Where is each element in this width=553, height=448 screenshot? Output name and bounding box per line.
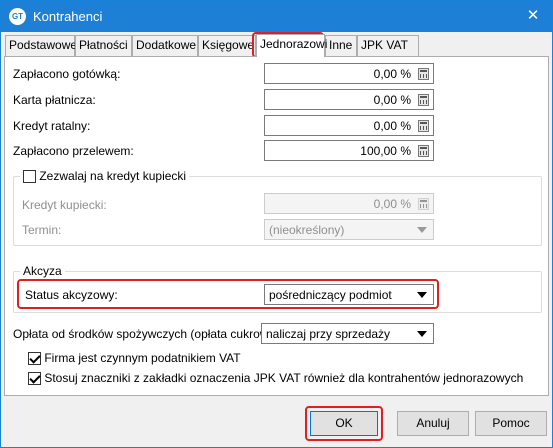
transfer-paid-label: Zapłacono przelewem: (13, 144, 134, 158)
tab-jednorazowi[interactable]: Jednorazowi (256, 34, 327, 57)
title-bar: GT Kontrahenci ✕ (1, 1, 552, 32)
excise-status-label: Status akcyzowy: (25, 288, 118, 302)
card-paid-label: Karta płatnicza: (13, 93, 96, 107)
sugar-fee-label: Opłata od środków spożywczych (opłata cu… (13, 327, 283, 341)
excise-status-select[interactable]: pośredniczący podmiot (264, 284, 434, 305)
transfer-paid-value: 100,00 % (360, 144, 411, 158)
ok-button[interactable]: OK (310, 411, 378, 436)
calculator-icon[interactable] (418, 94, 429, 106)
term-value: (nieokreślony) (269, 223, 345, 237)
excise-status-value: pośredniczący podmiot (269, 288, 392, 302)
merchant-credit-value: 0,00 % (373, 197, 411, 211)
card-paid-field[interactable]: 0,00 % (264, 89, 434, 110)
excise-group-title: Akcyza (20, 264, 65, 278)
tab-dodatkowe[interactable]: Dodatkowe (132, 35, 198, 56)
app-logo-icon: GT (9, 8, 26, 25)
merchant-credit-field: 0,00 % (264, 193, 434, 214)
cancel-button[interactable]: Anuluj (397, 411, 469, 436)
close-icon[interactable]: ✕ (520, 4, 546, 28)
cash-paid-label: Zapłacono gotówką: (13, 67, 121, 81)
cash-paid-value: 0,00 % (373, 67, 411, 81)
chevron-down-icon (417, 227, 427, 233)
term-select: (nieokreślony) (264, 219, 434, 240)
active-vat-payer-label: Firma jest czynnym podatnikiem VAT (44, 351, 241, 365)
card-paid-value: 0,00 % (373, 93, 411, 107)
help-button[interactable]: Pomoc (475, 411, 547, 436)
installment-credit-field[interactable]: 0,00 % (264, 115, 434, 136)
term-label: Termin: (22, 223, 62, 237)
checkbox-icon[interactable] (23, 170, 36, 184)
merchant-credit-checkbox-label: Zezwalaj na kredyt kupiecki (39, 169, 187, 183)
sugar-fee-value: naliczaj przy sprzedaży (266, 327, 391, 341)
chevron-down-icon (417, 292, 427, 298)
transfer-paid-field[interactable]: 100,00 % (264, 140, 434, 161)
dialog-window: GT Kontrahenci ✕ Podstawowe Płatności Do… (0, 0, 553, 448)
calculator-icon[interactable] (418, 120, 429, 132)
tab-platnosci[interactable]: Płatności (75, 35, 132, 56)
checkbox-icon[interactable] (28, 372, 41, 386)
installment-credit-label: Kredyt ratalny: (13, 119, 91, 133)
calculator-icon[interactable] (418, 145, 429, 157)
tab-inne[interactable]: Inne (325, 35, 357, 56)
merchant-credit-label: Kredyt kupiecki: (22, 198, 107, 212)
installment-credit-value: 0,00 % (373, 119, 411, 133)
checkbox-icon[interactable] (28, 352, 41, 366)
active-vat-payer-option[interactable]: Firma jest czynnym podatnikiem VAT (28, 351, 241, 366)
jpk-markers-option[interactable]: Stosuj znaczniki z zakładki oznaczenia J… (28, 371, 524, 386)
jpk-markers-label: Stosuj znaczniki z zakładki oznaczenia J… (44, 371, 524, 385)
window-title: Kontrahenci (33, 9, 103, 24)
merchant-credit-toggle[interactable]: Zezwalaj na kredyt kupiecki (20, 169, 190, 184)
tab-jpk-vat[interactable]: JPK VAT (357, 35, 419, 56)
calculator-icon[interactable] (418, 68, 429, 80)
calculator-icon (418, 198, 429, 210)
sugar-fee-select[interactable]: naliczaj przy sprzedaży (261, 323, 434, 344)
tab-podstawowe[interactable]: Podstawowe (5, 35, 77, 56)
tab-ksiegowe[interactable]: Księgowe (198, 35, 256, 56)
cash-paid-field[interactable]: 0,00 % (264, 63, 434, 84)
chevron-down-icon (417, 331, 427, 337)
